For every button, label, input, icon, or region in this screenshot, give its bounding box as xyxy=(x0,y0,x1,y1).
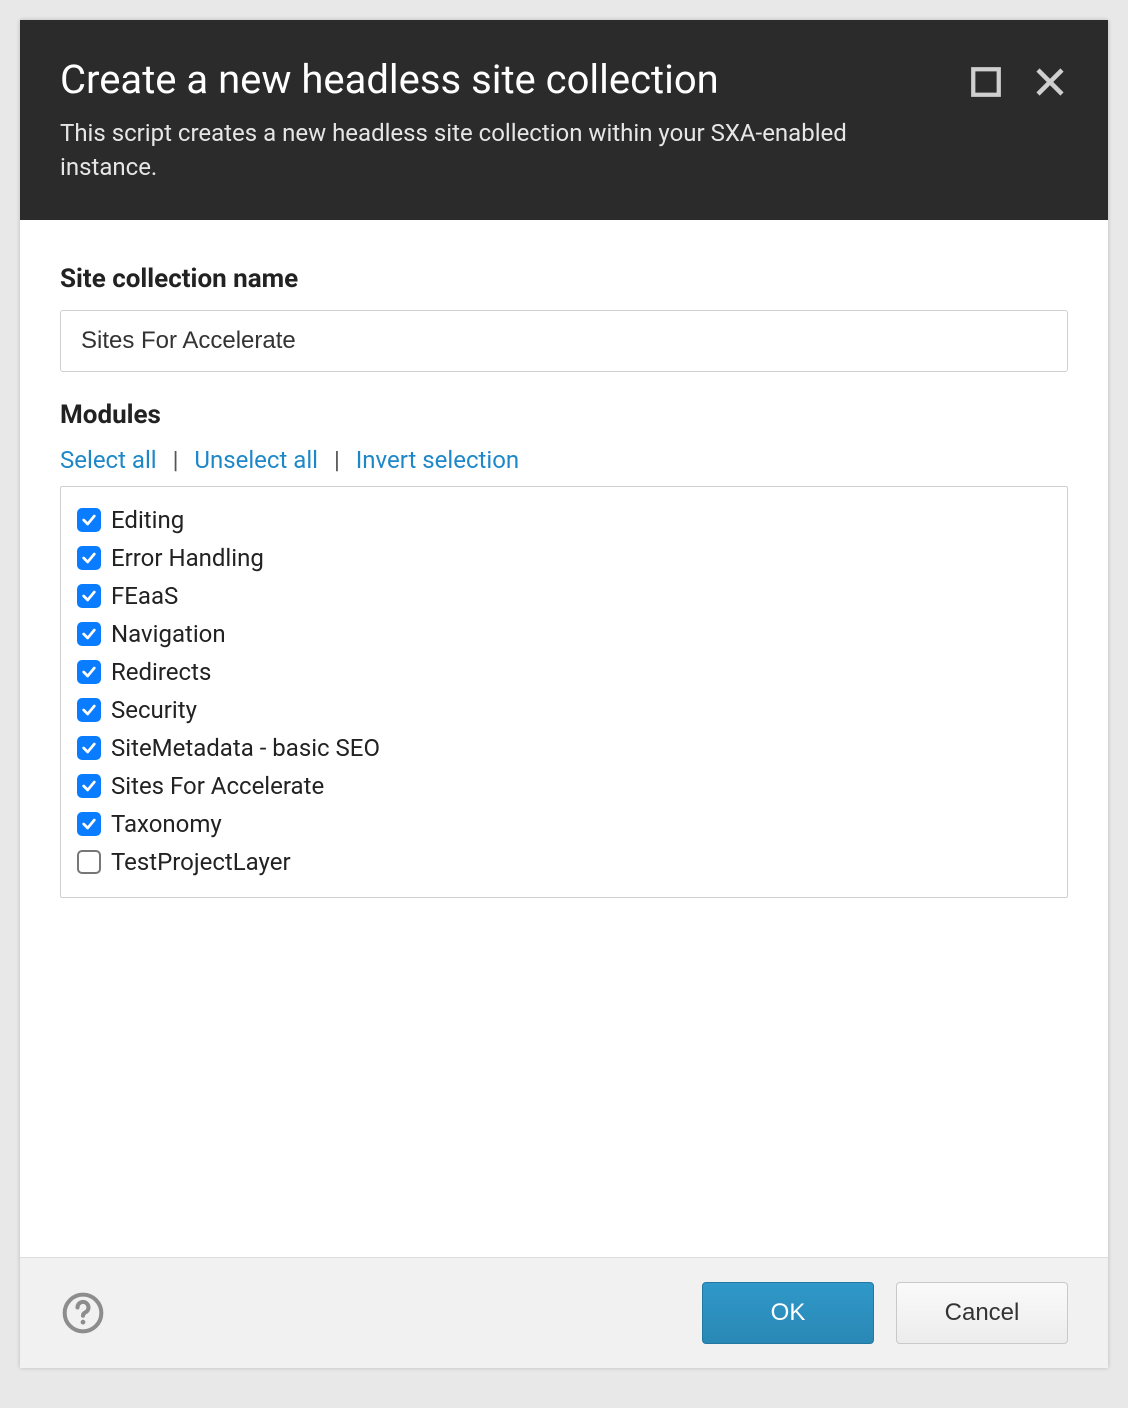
invert-selection-link[interactable]: Invert selection xyxy=(356,446,519,474)
module-checkbox[interactable] xyxy=(77,660,101,684)
site-collection-name-input[interactable] xyxy=(60,310,1068,372)
module-checkbox[interactable] xyxy=(77,850,101,874)
help-icon[interactable] xyxy=(60,1290,106,1336)
module-actions: Select all | Unselect all | Invert selec… xyxy=(60,446,1068,474)
module-label: Navigation xyxy=(111,620,226,648)
dialog-body: Site collection name Modules Select all … xyxy=(20,220,1108,1257)
dialog-header-text: Create a new headless site collection Th… xyxy=(60,56,948,184)
close-icon[interactable] xyxy=(1032,64,1068,100)
module-checkbox[interactable] xyxy=(77,736,101,760)
module-label: Security xyxy=(111,696,197,724)
module-item: Taxonomy xyxy=(77,805,1051,843)
module-item: Navigation xyxy=(77,615,1051,653)
module-item: Security xyxy=(77,691,1051,729)
module-label: Taxonomy xyxy=(111,810,222,838)
dialog-title: Create a new headless site collection xyxy=(60,56,948,103)
unselect-all-link[interactable]: Unselect all xyxy=(194,446,318,474)
modules-label: Modules xyxy=(60,400,1068,430)
module-item: Redirects xyxy=(77,653,1051,691)
module-label: Editing xyxy=(111,506,184,534)
module-list: Editing Error Handling FEaaS Navigation Redi… xyxy=(60,486,1068,898)
module-item: Sites For Accelerate xyxy=(77,767,1051,805)
module-item: SiteMetadata - basic SEO xyxy=(77,729,1051,767)
module-checkbox[interactable] xyxy=(77,622,101,646)
dialog-header-icons xyxy=(968,64,1068,100)
module-checkbox[interactable] xyxy=(77,812,101,836)
dialog-subtitle: This script creates a new headless site … xyxy=(60,117,948,184)
module-checkbox[interactable] xyxy=(77,508,101,532)
module-label: Sites For Accelerate xyxy=(111,772,324,800)
separator: | xyxy=(334,446,340,474)
module-label: FEaaS xyxy=(111,582,178,610)
module-label: SiteMetadata - basic SEO xyxy=(111,734,380,762)
ok-button[interactable]: OK xyxy=(702,1282,874,1344)
module-label: TestProjectLayer xyxy=(111,848,291,876)
maximize-icon[interactable] xyxy=(968,64,1004,100)
separator: | xyxy=(173,446,179,474)
dialog-header: Create a new headless site collection Th… xyxy=(20,20,1108,220)
dialog-footer: OK Cancel xyxy=(20,1257,1108,1368)
module-label: Redirects xyxy=(111,658,211,686)
module-checkbox[interactable] xyxy=(77,546,101,570)
cancel-button[interactable]: Cancel xyxy=(896,1282,1068,1344)
module-item: FEaaS xyxy=(77,577,1051,615)
module-item: TestProjectLayer xyxy=(77,843,1051,881)
module-item: Editing xyxy=(77,501,1051,539)
module-item: Error Handling xyxy=(77,539,1051,577)
module-label: Error Handling xyxy=(111,544,264,572)
module-checkbox[interactable] xyxy=(77,698,101,722)
site-collection-name-label: Site collection name xyxy=(60,264,1068,294)
module-checkbox[interactable] xyxy=(77,584,101,608)
select-all-link[interactable]: Select all xyxy=(60,446,157,474)
module-checkbox[interactable] xyxy=(77,774,101,798)
dialog: Create a new headless site collection Th… xyxy=(20,20,1108,1368)
